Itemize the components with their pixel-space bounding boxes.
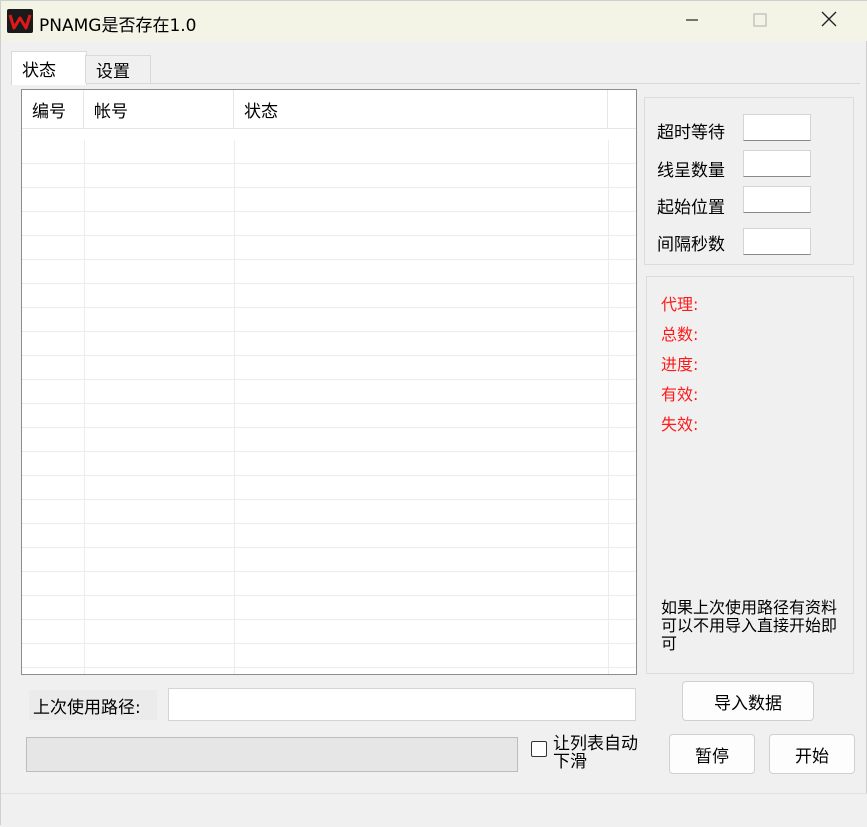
table-row-empty [22, 596, 636, 620]
hint-text: 如果上次使用路径有资料 可以不用导入直接开始即可 [661, 598, 838, 653]
table-row-empty [22, 260, 636, 284]
table-row-empty [22, 212, 636, 236]
table-row-empty [22, 284, 636, 308]
progress-bar [26, 737, 518, 772]
table-row-empty [22, 164, 636, 188]
threads-label: 线呈数量 [657, 161, 725, 181]
column-header-id[interactable]: 编号 [22, 90, 84, 128]
table-row-empty [22, 620, 636, 644]
column-header-account[interactable]: 帐号 [84, 90, 234, 128]
main-window: PNAMG是否存在1.0 状态 设置 编号 帐号 状态 超时等待 线呈数量 起始… [0, 0, 867, 827]
interval-label: 间隔秒数 [657, 235, 725, 255]
last-path-label: 上次使用路径: [29, 690, 157, 720]
tab-settings-label: 设置 [96, 62, 130, 82]
close-button[interactable] [798, 1, 860, 41]
proxy-label: 代理: [661, 295, 699, 314]
table-row-empty [22, 140, 636, 164]
account-table[interactable]: 编号 帐号 状态 [21, 89, 637, 675]
tab-status-label: 状态 [22, 61, 56, 81]
table-row-empty [22, 188, 636, 212]
table-row-empty [22, 332, 636, 356]
table-row-empty [22, 452, 636, 476]
table-row-empty [22, 476, 636, 500]
maximize-button[interactable] [729, 1, 791, 41]
threads-input[interactable] [743, 150, 811, 177]
autoscroll-option[interactable]: 让列表自动下滑 [529, 735, 659, 775]
valid-label: 有效: [661, 385, 699, 404]
settings-group: 超时等待 线呈数量 起始位置 间隔秒数 [644, 97, 854, 265]
tab-status[interactable]: 状态 [11, 51, 87, 85]
table-row-empty [22, 236, 636, 260]
timeout-label: 超时等待 [657, 123, 725, 143]
table-header-divider [22, 128, 636, 129]
title-bar[interactable]: PNAMG是否存在1.0 [1, 1, 867, 41]
import-data-button[interactable]: 导入数据 [682, 681, 814, 721]
column-header-status[interactable]: 状态 [234, 90, 608, 128]
table-row-empty [22, 308, 636, 332]
table-row-empty [22, 428, 636, 452]
table-row-empty [22, 644, 636, 668]
info-group: 代理: 总数: 进度: 有效: 失效: 如果上次使用路径有资料 可以不用导入直接… [646, 276, 854, 674]
app-logo-w-icon [7, 9, 33, 33]
table-row-empty [22, 524, 636, 548]
table-row-empty [22, 380, 636, 404]
table-row-empty [22, 668, 636, 674]
table-row-empty [22, 404, 636, 428]
maximize-icon [753, 12, 767, 31]
start-button[interactable]: 开始 [769, 734, 855, 774]
autoscroll-checkbox[interactable] [531, 741, 547, 757]
total-label: 总数: [661, 325, 699, 344]
interval-input[interactable] [743, 228, 811, 255]
invalid-label: 失效: [661, 415, 699, 434]
minimize-icon [685, 12, 699, 31]
start-position-label: 起始位置 [657, 198, 725, 218]
window-title: PNAMG是否存在1.0 [39, 16, 197, 36]
autoscroll-label: 让列表自动下滑 [553, 734, 638, 772]
table-row-empty [22, 356, 636, 380]
pause-button[interactable]: 暂停 [669, 734, 755, 774]
last-path-input[interactable] [168, 688, 636, 721]
close-icon [821, 11, 837, 31]
tab-settings[interactable]: 设置 [85, 55, 151, 83]
table-row-empty [22, 572, 636, 596]
start-position-input[interactable] [743, 186, 811, 213]
status-bar [1, 793, 867, 827]
minimize-button[interactable] [661, 1, 723, 41]
table-body [22, 140, 636, 674]
table-row-empty [22, 548, 636, 572]
table-row-empty [22, 500, 636, 524]
timeout-input[interactable] [743, 114, 811, 141]
progress-label: 进度: [661, 355, 699, 374]
